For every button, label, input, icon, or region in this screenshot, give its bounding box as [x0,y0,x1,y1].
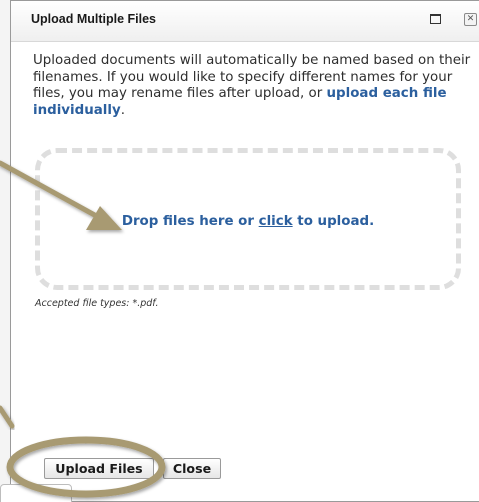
maximize-icon[interactable] [430,14,441,24]
dialog-titlebar[interactable]: Upload Multiple Files ✕ [11,1,479,42]
intro-text-end: . [120,102,125,118]
close-icon[interactable]: ✕ [464,13,477,26]
dialog-title: Upload Multiple Files [31,12,157,26]
close-button[interactable]: Close [163,458,221,479]
upload-files-button[interactable]: Upload Files [44,458,154,479]
dropzone-prefix: Drop files here or [121,214,259,229]
background-tab [0,484,72,502]
file-dropzone[interactable]: Drop files here or click to upload. [35,148,461,290]
dropzone-message: Drop files here or click to upload. [40,214,456,229]
accepted-file-types: Accepted file types: *.pdf. [35,298,159,309]
screenshot-stage: Upload Multiple Files ✕ Uploaded documen… [0,0,479,502]
dropzone-suffix: to upload. [292,214,375,229]
intro-text: Uploaded documents will automatically be… [33,53,473,119]
click-to-upload-link[interactable]: click [259,214,293,229]
upload-multiple-files-dialog: Upload Multiple Files ✕ Uploaded documen… [10,0,479,502]
